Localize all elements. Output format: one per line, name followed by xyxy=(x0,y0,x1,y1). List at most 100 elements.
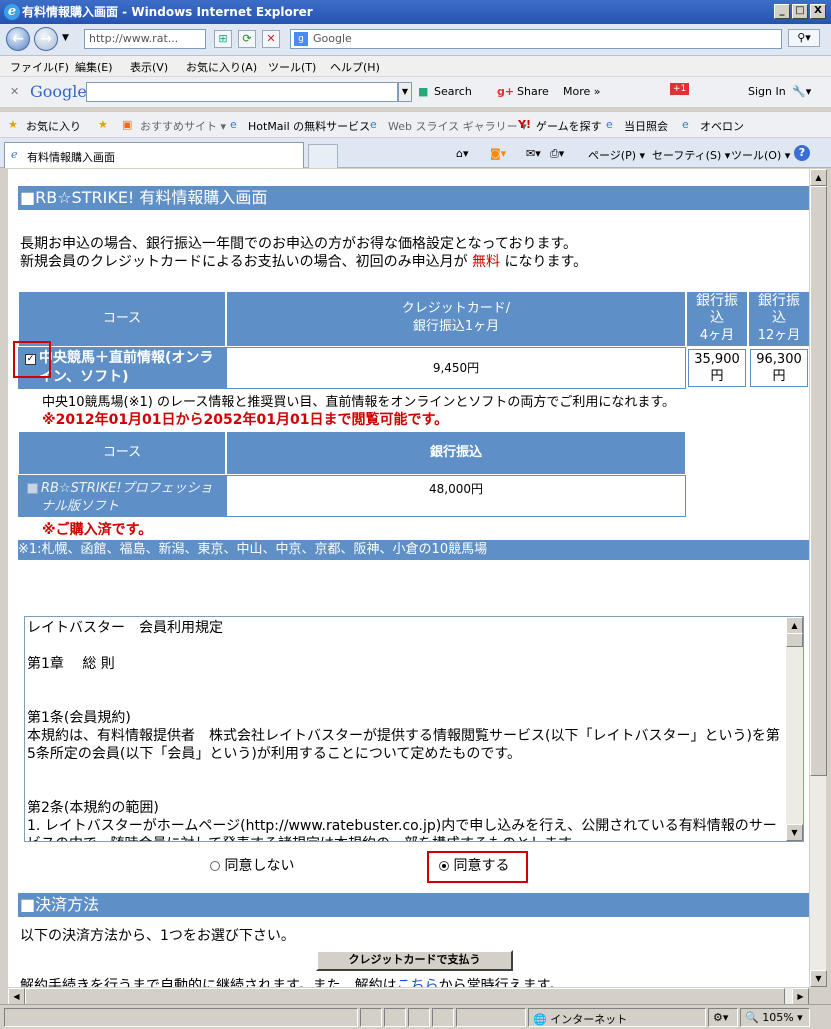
intro-text: 新規会員のクレジットカードによるお支払いの場合、初回のみ申込月が xyxy=(20,254,468,270)
scroll-down-icon[interactable]: ▼ xyxy=(810,970,827,987)
google-search-input[interactable] xyxy=(86,82,398,102)
close-button[interactable]: X xyxy=(810,4,826,19)
terms-scroll-down-icon[interactable]: ▼ xyxy=(786,824,803,841)
fav-suggested-sites[interactable]: おすすめサイト ▾ xyxy=(140,118,226,134)
menu-help[interactable]: ヘルプ(H) xyxy=(330,59,380,75)
search-input[interactable]: Google xyxy=(290,29,782,49)
highlight-checkbox xyxy=(13,341,51,378)
agree-option[interactable]: 同意する xyxy=(439,855,509,875)
security-zone[interactable]: 🌐 インターネット xyxy=(528,1008,706,1027)
course-note: 中央10競馬場(※1) のレース情報と推奨買い目、直前情報をオンラインとソフトの… xyxy=(42,395,676,410)
menu-tools[interactable]: ツール(T) xyxy=(268,59,316,75)
menu-favorites[interactable]: お気に入り(A) xyxy=(186,59,257,75)
ie-page-icon: e xyxy=(682,118,689,131)
table2-header-course: コース xyxy=(18,431,226,475)
tools-menu[interactable]: ツール(O) ▾ xyxy=(731,147,790,163)
table1-header-course: コース xyxy=(18,291,226,347)
agree-radio[interactable] xyxy=(439,861,449,871)
status-bar: 🌐 インターネット ⚙▾ 🔍 105% ▾ xyxy=(0,1004,831,1029)
fav-web-slice[interactable]: Web スライス ギャラリー ▾ xyxy=(388,118,527,134)
close-toolbar-icon[interactable]: ✕ xyxy=(10,85,19,98)
history-dropdown-icon[interactable]: ▼ xyxy=(62,33,69,43)
google-more-button[interactable]: More » xyxy=(563,85,601,98)
zone-label: インターネット xyxy=(550,1013,628,1026)
terms-textarea[interactable]: レイトバスター 会員利用規定 第1章 総 則 第1条(会員規約) 本規約は、有料… xyxy=(24,616,804,842)
cancel-link[interactable]: こちら xyxy=(397,978,439,987)
fav-games[interactable]: ゲームを探す xyxy=(536,118,602,134)
google-signin-link[interactable]: Sign In xyxy=(748,85,786,98)
stop-icon[interactable]: ✕ xyxy=(262,30,280,48)
disagree-option[interactable]: 同意しない xyxy=(210,855,294,875)
back-icon[interactable]: ← xyxy=(6,27,30,51)
menu-edit[interactable]: 編集(E) xyxy=(75,59,113,75)
page-menu[interactable]: ページ(P) ▾ xyxy=(588,147,645,163)
terms-scroll-thumb[interactable] xyxy=(786,633,803,647)
disagree-radio[interactable] xyxy=(210,861,220,871)
address-input[interactable]: http://www.rat... xyxy=(84,29,206,49)
page-horizontal-scrollbar[interactable]: ◀ ▶ xyxy=(8,987,809,1005)
minimize-button[interactable]: _ xyxy=(774,4,790,19)
favorites-button[interactable]: お気に入り xyxy=(26,118,81,134)
table1-header-bank4: 銀行振込 4ヶ月 xyxy=(686,291,748,347)
fav-hotmail[interactable]: HotMail の無料サービス xyxy=(248,118,370,134)
availability-note: ※2012年01月01日から2052年01月01日まで閲覧可能です。 xyxy=(42,412,449,428)
course-name-central: 中央競馬＋直前情報(オンライン、ソフト) xyxy=(39,350,214,385)
menu-view[interactable]: 表示(V) xyxy=(130,59,168,75)
fav-oberon[interactable]: オベロン xyxy=(700,118,744,134)
globe-icon: 🌐 xyxy=(533,1013,547,1026)
tab-current[interactable]: e 有料情報購入画面 xyxy=(4,142,304,168)
help-icon[interactable]: ? xyxy=(794,145,810,161)
add-favorites-icon[interactable]: ★ xyxy=(98,118,108,131)
forward-icon[interactable]: → xyxy=(34,27,58,51)
google-share-button[interactable]: Share xyxy=(517,85,549,98)
page-title: ■RB☆STRIKE! 有料情報購入画面 xyxy=(18,186,809,210)
new-tab-button[interactable] xyxy=(308,144,338,168)
scroll-left-icon[interactable]: ◀ xyxy=(8,988,25,1005)
terms-scroll-up-icon[interactable]: ▲ xyxy=(786,617,803,634)
search-icon[interactable]: ⚲▾ xyxy=(788,29,820,47)
menu-file[interactable]: ファイル(F) xyxy=(10,59,69,75)
ie-page-icon: e xyxy=(606,118,613,131)
ie-page-icon: e xyxy=(11,148,18,161)
maximize-button[interactable]: □ xyxy=(792,4,808,19)
scroll-up-icon[interactable]: ▲ xyxy=(810,169,827,186)
compat-view-icon[interactable]: ⊞ xyxy=(214,30,232,48)
pay-credit-card-button[interactable]: クレジットカードで支払う xyxy=(316,950,513,971)
google-plus-one-button[interactable]: +1 xyxy=(670,83,690,95)
zoom-control[interactable]: 🔍 105% ▾ xyxy=(740,1008,810,1027)
google-search-button[interactable]: Search xyxy=(434,85,472,98)
google-search-icon: ■ xyxy=(418,85,429,98)
favorites-bar: ★ お気に入り ★ ▣ おすすめサイト ▾ e HotMail の無料サービス … xyxy=(0,112,831,138)
status-message xyxy=(4,1008,358,1027)
protected-mode-icon[interactable]: ⚙▾ xyxy=(708,1008,738,1027)
feeds-icon[interactable]: ◙▾ xyxy=(490,147,506,160)
window-title: 有料情報購入画面 - Windows Internet Explorer xyxy=(22,5,313,19)
page-vertical-scrollbar[interactable]: ▲ ▼ xyxy=(809,169,827,987)
google-dropdown-icon[interactable]: ▼ xyxy=(398,82,412,102)
home-icon[interactable]: ⌂▾ xyxy=(456,147,469,160)
course-cell-pro: RB☆STRIKE!プロフェッショナル版ソフト xyxy=(18,475,226,517)
window-titlebar: e 有料情報購入画面 - Windows Internet Explorer _… xyxy=(0,0,831,24)
wrench-icon[interactable]: 🔧▾ xyxy=(792,85,811,98)
ie-logo-icon: e xyxy=(4,4,20,20)
safety-menu[interactable]: セーフティ(S) ▾ xyxy=(652,147,730,163)
terms-title: レイトバスター 会員利用規定 xyxy=(27,620,223,636)
racecourse-footnote: ※1:札幌、函館、福島、新潟、東京、中山、中京、京都、阪神、小倉の10競馬場 xyxy=(18,540,809,560)
refresh-icon[interactable]: ⟳ xyxy=(238,30,256,48)
terms-chapter: 第1章 総 則 xyxy=(27,656,115,672)
fav-today[interactable]: 当日照会 xyxy=(624,118,668,134)
purchased-note: ※ご購入済です。 xyxy=(42,522,153,538)
price-bank4: 35,900円 xyxy=(688,349,746,387)
suggested-sites-icon: ▣ xyxy=(122,118,133,131)
print-icon[interactable]: ⎙▾ xyxy=(550,147,564,161)
vertical-scroll-thumb[interactable] xyxy=(810,186,827,776)
intro-line-2: 新規会員のクレジットカードによるお支払いの場合、初回のみ申込月が 無料 になりま… xyxy=(20,251,587,271)
terms-article2-title: 第2条(本規約の範囲) xyxy=(27,800,159,816)
scroll-right-icon[interactable]: ▶ xyxy=(792,988,809,1005)
terms-scrollbar[interactable]: ▲ ▼ xyxy=(786,617,803,841)
yahoo-icon: Y! xyxy=(518,118,531,131)
mail-icon[interactable]: ✉▾ xyxy=(526,147,541,160)
payment-instructions: 以下の決済方法から、1つをお選び下さい。 xyxy=(20,928,295,944)
horizontal-scroll-thumb[interactable] xyxy=(25,988,785,1005)
ie-page-icon: e xyxy=(370,118,377,131)
